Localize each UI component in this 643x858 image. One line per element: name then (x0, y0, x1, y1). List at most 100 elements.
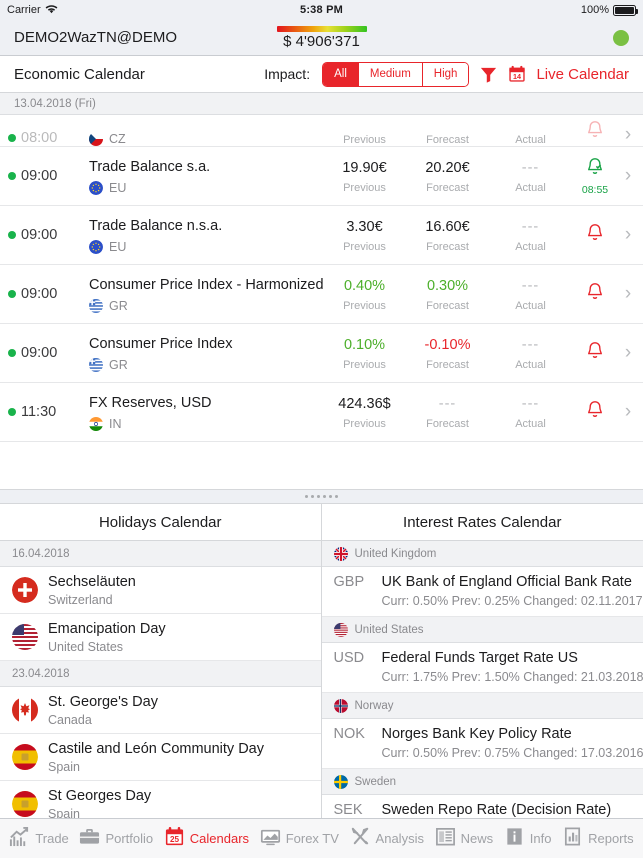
event-time-block: 08:00 (8, 130, 84, 146)
status-bar-right: 100% (581, 4, 638, 16)
alert-bell-icon[interactable] (584, 119, 606, 146)
app-root: Carrier 5:38 PM 100% DEMO2WazTN@DEMO $ 4… (0, 0, 643, 858)
event-actual-col: --- Actual (489, 218, 572, 253)
tab-analysis[interactable]: Analysis (350, 826, 424, 852)
event-alert-button[interactable] (573, 119, 617, 146)
tab-label: Info (529, 831, 552, 846)
tab-forex-tv[interactable]: Forex TV (260, 826, 339, 852)
impact-segment-high[interactable]: High (422, 62, 469, 86)
previous-label: Previous (343, 299, 386, 312)
economic-event-row[interactable]: 09:00 Trade Balance n.s.a. EU 3.30€ Prev… (0, 206, 643, 265)
event-country-code: IN (109, 416, 122, 431)
disclosure-chevron-icon[interactable]: › (617, 283, 639, 305)
event-alert-button[interactable] (573, 340, 617, 367)
economic-event-row[interactable]: 09:00 Trade Balance s.a. EU 19.90€ Previ… (0, 147, 643, 206)
impact-label: Impact: (264, 66, 311, 82)
holiday-country: Canada (48, 713, 92, 727)
event-alert-button[interactable]: 08:55 (573, 156, 617, 196)
account-name-label[interactable]: DEMO2WazTN@DEMO (14, 29, 177, 46)
tab-info[interactable]: Info (504, 826, 552, 852)
tab-portfolio[interactable]: Portfolio (79, 826, 153, 852)
alert-bell-icon[interactable] (584, 399, 606, 426)
gb-flag-icon (333, 546, 348, 561)
holidays-list[interactable]: 16.04.2018 Sechseläuten Switzerland Eman… (0, 541, 321, 818)
holiday-row[interactable]: Emancipation Day United States (0, 614, 321, 661)
disclosure-chevron-icon[interactable]: › (617, 224, 639, 246)
event-alert-button[interactable] (573, 281, 617, 308)
holiday-country: Switzerland (48, 593, 113, 607)
cz-flag-icon (89, 132, 103, 146)
forecast-label: Forecast (426, 358, 469, 371)
previous-label: Previous (343, 240, 386, 253)
filter-funnel-icon[interactable] (479, 65, 498, 84)
drag-handle-dots (305, 495, 308, 498)
impact-filter-segmented[interactable]: All Medium High (322, 61, 470, 87)
economic-event-row[interactable]: 08:00 CZ Previous Forecast Actual › (0, 115, 643, 147)
previous-label: Previous (343, 417, 386, 430)
economic-event-row[interactable]: 09:00 Consumer Price Index - Harmonized … (0, 265, 643, 324)
toolbar-controls: Impact: All Medium High 14 Live Calendar (264, 61, 629, 87)
interest-rate-country-name: United States (354, 623, 424, 636)
holiday-date-header: 16.04.2018 (0, 541, 321, 567)
impact-segment-all[interactable]: All (323, 62, 359, 86)
disclosure-chevron-icon[interactable]: › (617, 342, 639, 364)
event-main: Trade Balance n.s.a. EU (84, 217, 323, 254)
holiday-country: United States (48, 640, 124, 654)
event-actual-col: --- Actual (489, 395, 572, 430)
live-calendar-link[interactable]: Live Calendar (536, 66, 629, 83)
interest-rate-row[interactable]: SEK Sweden Repo Rate (Decision Rate) (321, 795, 643, 818)
alert-bell-icon[interactable] (584, 281, 606, 308)
economic-event-row[interactable]: 11:30 FX Reserves, USD IN 424.36$ Previo… (0, 383, 643, 442)
holiday-row[interactable]: Castile and León Community Day Spain (0, 734, 321, 781)
interest-rate-row[interactable]: USD Federal Funds Target Rate US Curr: 1… (321, 643, 643, 693)
interest-rate-row[interactable]: NOK Norges Bank Key Policy Rate Curr: 0.… (321, 719, 643, 769)
holiday-row[interactable]: St. George's Day Canada (0, 687, 321, 734)
impact-dot (8, 408, 16, 416)
event-main: Trade Balance s.a. EU (84, 158, 323, 195)
event-time: 08:00 (21, 130, 58, 146)
newspaper-icon (435, 826, 456, 852)
holiday-name: Emancipation Day (48, 621, 166, 637)
holiday-name: St. George's Day (48, 694, 158, 710)
interest-rate-name: Federal Funds Target Rate US (381, 650, 578, 666)
no-flag-icon (333, 698, 348, 713)
economic-calendar-list[interactable]: 13.04.2018 (Fri) 08:00 CZ Previous Forec… (0, 93, 643, 489)
holiday-row[interactable]: St Georges Day Spain (0, 781, 321, 818)
tab-calendars[interactable]: 25 Calendars (164, 826, 249, 852)
interest-rate-currency: NOK (333, 726, 365, 742)
tools-wrench-icon (350, 826, 371, 852)
tab-trade[interactable]: Trade (9, 826, 69, 852)
pane-splitter[interactable] (0, 489, 643, 504)
event-actual-value: --- (521, 218, 540, 235)
holiday-text: St Georges Day Spain (48, 787, 151, 818)
disclosure-chevron-icon[interactable]: › (617, 165, 639, 187)
event-country-code: EU (109, 180, 127, 195)
alert-bell-icon[interactable] (584, 340, 606, 367)
actual-label: Actual (515, 240, 546, 253)
disclosure-chevron-icon[interactable]: › (617, 401, 639, 423)
actual-label: Actual (515, 181, 546, 194)
event-alert-button[interactable] (573, 222, 617, 249)
interest-rate-row[interactable]: GBP UK Bank of England Official Bank Rat… (321, 567, 643, 617)
impact-segment-medium[interactable]: Medium (358, 62, 423, 86)
holiday-row[interactable]: Sechseläuten Switzerland (0, 567, 321, 614)
event-values: 0.40% Previous 0.30% Forecast --- Actual (323, 277, 573, 312)
interest-rates-list[interactable]: United Kingdom GBP UK Bank of England Of… (321, 541, 643, 818)
calendar-14-icon[interactable]: 14 (508, 65, 526, 83)
holiday-text: St. George's Day Canada (48, 693, 158, 727)
event-main: Consumer Price Index GR (84, 335, 323, 372)
interest-rate-currency: USD (333, 650, 365, 666)
alert-bell-icon[interactable] (584, 222, 606, 249)
connection-status-dot (613, 29, 629, 46)
tab-reports[interactable]: Reports (562, 826, 634, 852)
disclosure-chevron-icon[interactable]: › (617, 124, 639, 146)
event-alert-button[interactable] (573, 399, 617, 426)
es-flag-icon (12, 744, 38, 770)
alert-bell-icon[interactable] (584, 156, 606, 183)
event-time-block: 09:00 (8, 286, 84, 302)
impact-dot (8, 172, 16, 180)
economic-event-row[interactable]: 09:00 Consumer Price Index GR 0.10% Prev… (0, 324, 643, 383)
event-time: 11:30 (21, 404, 57, 420)
tab-news[interactable]: News (435, 826, 493, 852)
event-title: Consumer Price Index - Harmonized (89, 276, 324, 293)
